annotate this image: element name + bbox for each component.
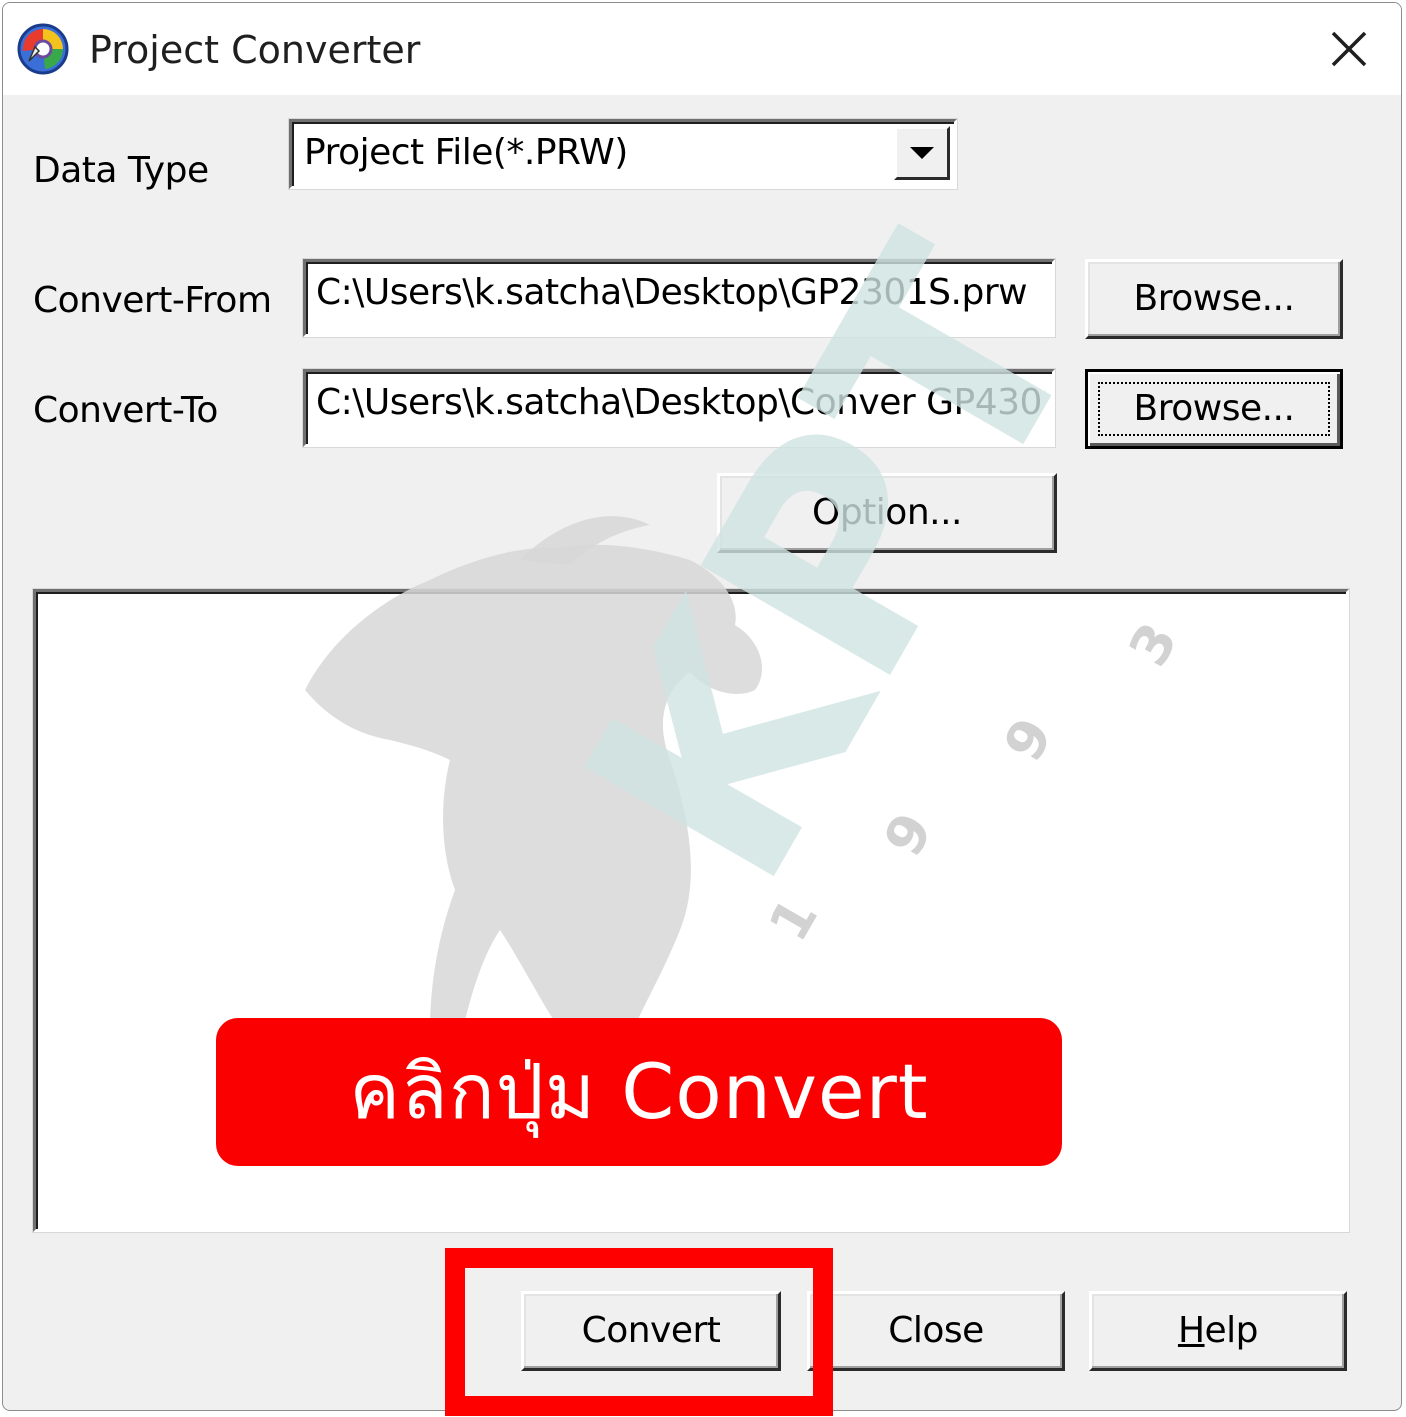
- focus-indicator: [1098, 382, 1330, 436]
- data-type-dropdown-button[interactable]: [894, 126, 950, 180]
- convert-from-browse-label: Browse...: [1133, 278, 1295, 319]
- help-label-rest: elp: [1204, 1310, 1259, 1351]
- project-converter-app-icon: [17, 23, 69, 75]
- convert-to-label: Convert-To: [33, 390, 218, 431]
- help-access-key: H: [1177, 1310, 1205, 1351]
- option-button[interactable]: Option...: [717, 473, 1057, 553]
- window-title: Project Converter: [89, 28, 421, 72]
- close-icon[interactable]: [1323, 23, 1375, 75]
- instruction-banner: คลิกปุ่ม Convert: [216, 1018, 1062, 1166]
- help-button[interactable]: Help: [1089, 1291, 1347, 1371]
- close-label: Close: [888, 1310, 984, 1351]
- title-bar[interactable]: Project Converter: [3, 3, 1401, 95]
- convert-to-input[interactable]: C:\Users\k.satcha\Desktop\Conver GP4301: [303, 369, 1055, 447]
- chevron-down-icon: [910, 147, 934, 159]
- data-type-selected-value: Project File(*.PRW): [304, 132, 628, 173]
- data-type-select[interactable]: Project File(*.PRW): [289, 119, 957, 189]
- convert-label: Convert: [581, 1310, 721, 1351]
- convert-from-input[interactable]: C:\Users\k.satcha\Desktop\GP2301S.prw: [303, 259, 1055, 337]
- convert-button[interactable]: Convert: [521, 1291, 781, 1371]
- data-type-label: Data Type: [33, 150, 209, 191]
- convert-from-browse-button[interactable]: Browse...: [1085, 259, 1343, 339]
- convert-from-value: C:\Users\k.satcha\Desktop\GP2301S.prw: [316, 272, 1028, 313]
- option-label: Option...: [812, 492, 962, 533]
- convert-to-browse-button[interactable]: Browse...: [1085, 369, 1343, 449]
- convert-to-value: C:\Users\k.satcha\Desktop\Conver GP4301: [316, 382, 1046, 423]
- convert-from-label: Convert-From: [33, 280, 272, 321]
- help-label: Help: [1092, 1294, 1344, 1368]
- close-button[interactable]: Close: [807, 1291, 1065, 1371]
- project-converter-window: Project Converter Data Type Project File…: [2, 2, 1402, 1411]
